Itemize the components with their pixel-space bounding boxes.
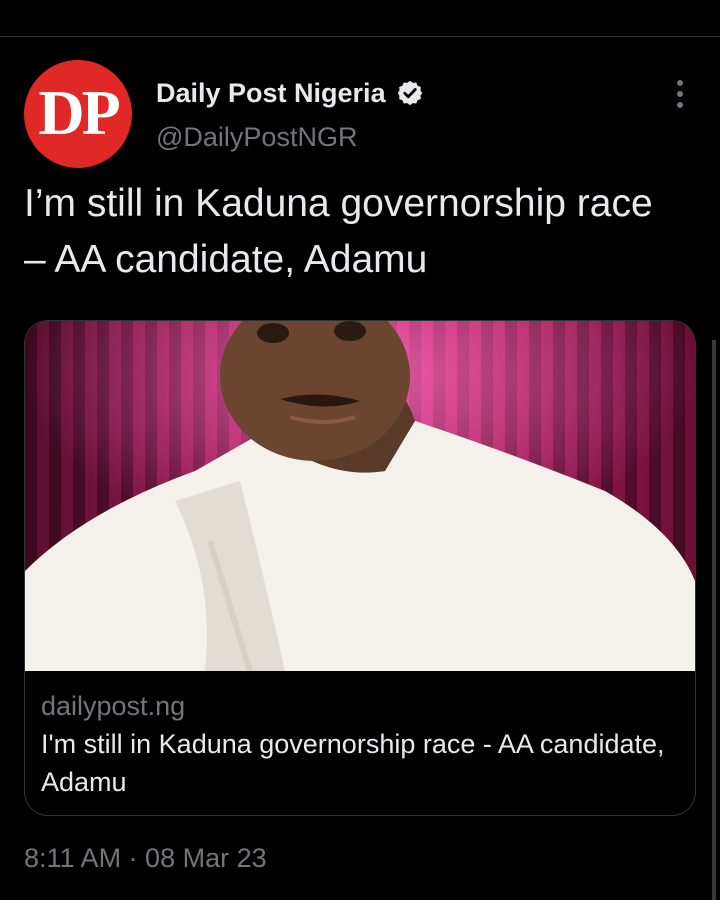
link-card-meta: dailypost.ng I'm still in Kaduna governo… [41,687,681,801]
tweet-text: I’m still in Kaduna governorship race – … [24,182,653,281]
scrollbar[interactable] [712,340,716,900]
link-card-image[interactable] [25,321,695,671]
top-divider [0,36,720,37]
verified-badge-icon [396,79,424,107]
more-options-button[interactable] [664,76,696,112]
more-dot-icon [677,102,683,108]
more-dot-icon [677,80,683,86]
more-dot-icon [677,91,683,97]
tweet-timestamp[interactable]: 8:11 AM · 08 Mar 23 [24,838,267,878]
avatar[interactable]: DP [24,60,132,168]
link-card-title: I'm still in Kaduna governorship race - … [41,729,665,797]
link-card[interactable]: dailypost.ng I'm still in Kaduna governo… [24,320,696,816]
avatar-logo-text: DP [38,77,120,148]
author-name-row[interactable]: Daily Post Nigeria [156,76,424,110]
author-handle[interactable]: @DailyPostNGR [156,120,357,154]
link-card-domain: dailypost.ng [41,691,186,721]
author-display-name[interactable]: Daily Post Nigeria [156,76,386,110]
